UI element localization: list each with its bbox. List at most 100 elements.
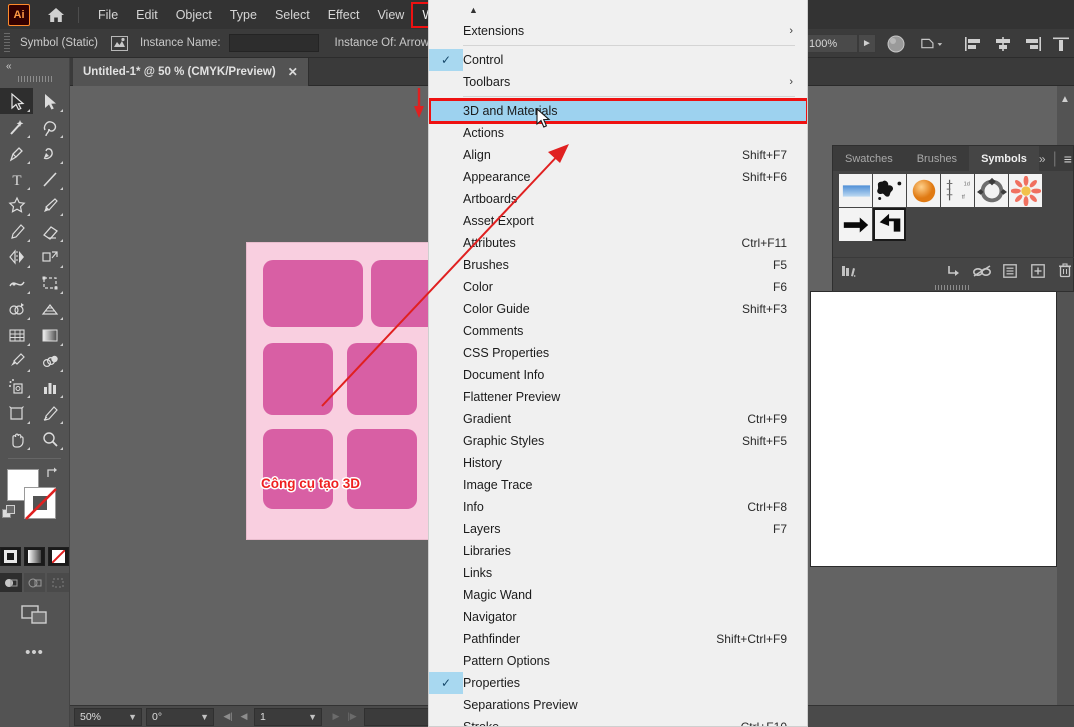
artboard[interactable] bbox=[246, 242, 446, 540]
opacity-sphere-icon[interactable] bbox=[884, 33, 908, 54]
panel-overflow-icon[interactable]: » bbox=[1039, 152, 1046, 166]
menu-item-history[interactable]: History bbox=[429, 452, 807, 474]
free-transform-tool[interactable] bbox=[33, 270, 66, 296]
edit-toolbar-more-icon[interactable]: ••• bbox=[0, 644, 69, 661]
zoom-level-field[interactable]: 50% ▼ bbox=[74, 708, 142, 726]
menu-item-links[interactable]: Links bbox=[429, 562, 807, 584]
rotate-tool[interactable] bbox=[0, 244, 33, 270]
blue-gradient-bar-symbol[interactable] bbox=[839, 174, 872, 207]
menu-item-3d-and-materials[interactable]: 3D and Materials bbox=[429, 100, 807, 122]
selection-tool[interactable] bbox=[0, 88, 33, 114]
width-tool[interactable] bbox=[0, 270, 33, 296]
right-arrow-symbol[interactable] bbox=[839, 208, 872, 241]
opacity-dropdown-arrow-icon[interactable]: ► bbox=[858, 34, 876, 53]
align-right-icon[interactable] bbox=[1020, 33, 1044, 54]
artboard-chevron-down-icon[interactable]: ▼ bbox=[308, 712, 317, 722]
column-graph-tool[interactable] bbox=[33, 374, 66, 400]
menu-item-pathfinder[interactable]: PathfinderShift+Ctrl+F9 bbox=[429, 628, 807, 650]
opacity-value-field[interactable]: 100% bbox=[803, 34, 858, 53]
swap-fill-stroke-icon[interactable] bbox=[46, 466, 60, 480]
dock-collapse-chevron-icon[interactable]: ▲ bbox=[1060, 94, 1070, 105]
next-artboard-icon[interactable]: ▶ bbox=[328, 708, 344, 726]
spiral-ring-symbol[interactable] bbox=[975, 174, 1008, 207]
ink-splatter-symbol[interactable] bbox=[873, 174, 906, 207]
blend-tool[interactable] bbox=[33, 348, 66, 374]
symbol-sprayer-tool[interactable] bbox=[0, 374, 33, 400]
menubar-item-object[interactable]: Object bbox=[167, 4, 221, 26]
color-fill-button[interactable] bbox=[0, 547, 21, 566]
direct-selection-tool[interactable] bbox=[33, 88, 66, 114]
stroke-color-swatch[interactable] bbox=[24, 487, 56, 519]
menu-item-pattern-options[interactable]: Pattern Options bbox=[429, 650, 807, 672]
menubar-item-view[interactable]: View bbox=[368, 4, 413, 26]
menu-item-info[interactable]: InfoCtrl+F8 bbox=[429, 496, 807, 518]
default-fill-stroke-icon[interactable] bbox=[2, 505, 16, 519]
menu-item-actions[interactable]: Actions bbox=[429, 122, 807, 144]
eraser-tool[interactable] bbox=[33, 218, 66, 244]
screen-mode-button[interactable] bbox=[0, 604, 69, 626]
orange-circle-symbol[interactable] bbox=[907, 174, 940, 207]
ai-logo-icon[interactable]: Ai bbox=[8, 4, 30, 26]
menu-item-properties[interactable]: ✓Properties bbox=[429, 672, 807, 694]
menu-item-toolbars[interactable]: Toolbars› bbox=[429, 71, 807, 93]
menu-item-graphic-styles[interactable]: Graphic StylesShift+F5 bbox=[429, 430, 807, 452]
gradient-tool[interactable] bbox=[33, 322, 66, 348]
last-artboard-icon[interactable]: |▶ bbox=[344, 708, 360, 726]
curvature-tool[interactable] bbox=[33, 140, 66, 166]
menu-item-artboards[interactable]: Artboards bbox=[429, 188, 807, 210]
close-document-icon[interactable]: ✕ bbox=[288, 65, 298, 79]
menubar-item-select[interactable]: Select bbox=[266, 4, 319, 26]
menu-scroll-up-icon[interactable]: ▲ bbox=[429, 0, 807, 20]
ruler-marks-symbol[interactable]: 1dtf bbox=[941, 174, 974, 207]
artboard-tool[interactable] bbox=[0, 400, 33, 426]
menu-item-magic-wand[interactable]: Magic Wand bbox=[429, 584, 807, 606]
draw-inside-icon[interactable] bbox=[47, 573, 69, 592]
control-bar-grip[interactable] bbox=[4, 33, 10, 53]
align-top-icon[interactable] bbox=[1049, 33, 1073, 54]
menu-item-separations-preview[interactable]: Separations Preview bbox=[429, 694, 807, 716]
pen-tool[interactable] bbox=[0, 140, 33, 166]
arrow-20-symbol[interactable] bbox=[873, 208, 906, 241]
symbols-panel-resize-grip[interactable] bbox=[935, 285, 971, 290]
type-tool[interactable]: T bbox=[0, 166, 33, 192]
menu-item-flattener-preview[interactable]: Flattener Preview bbox=[429, 386, 807, 408]
align-left-icon[interactable] bbox=[962, 33, 986, 54]
menubar-item-file[interactable]: File bbox=[89, 4, 127, 26]
menu-item-navigator[interactable]: Navigator bbox=[429, 606, 807, 628]
panel-tab-swatches[interactable]: Swatches bbox=[833, 146, 905, 171]
rotation-field[interactable]: 0° ▼ bbox=[146, 708, 214, 726]
zoom-tool[interactable] bbox=[33, 426, 66, 452]
gradient-fill-button[interactable] bbox=[24, 547, 45, 566]
hand-tool[interactable] bbox=[0, 426, 33, 452]
paintbrush-tool[interactable] bbox=[33, 192, 66, 218]
delete-symbol-icon[interactable] bbox=[1055, 260, 1074, 282]
pencil-tool[interactable] bbox=[0, 218, 33, 244]
previous-artboard-icon[interactable]: ◀ bbox=[236, 708, 252, 726]
menu-item-layers[interactable]: LayersF7 bbox=[429, 518, 807, 540]
draw-normal-icon[interactable] bbox=[0, 573, 22, 592]
menu-item-control[interactable]: ✓Control bbox=[429, 49, 807, 71]
menu-item-libraries[interactable]: Libraries bbox=[429, 540, 807, 562]
panel-menu-icon[interactable]: ≡ bbox=[1064, 151, 1072, 167]
menu-item-brushes[interactable]: BrushesF5 bbox=[429, 254, 807, 276]
menu-item-document-info[interactable]: Document Info bbox=[429, 364, 807, 386]
panel-tab-symbols[interactable]: Symbols bbox=[969, 146, 1039, 171]
document-tab[interactable]: Untitled-1* @ 50 % (CMYK/Preview) ✕ bbox=[73, 58, 309, 86]
instance-name-input[interactable] bbox=[229, 34, 319, 52]
perspective-grid-tool[interactable] bbox=[33, 296, 66, 322]
menu-item-css-properties[interactable]: CSS Properties bbox=[429, 342, 807, 364]
new-symbol-icon[interactable] bbox=[1028, 260, 1048, 282]
menu-item-asset-export[interactable]: Asset Export bbox=[429, 210, 807, 232]
menubar-item-type[interactable]: Type bbox=[221, 4, 266, 26]
slice-tool[interactable] bbox=[33, 400, 66, 426]
menu-item-extensions[interactable]: Extensions› bbox=[429, 20, 807, 42]
menu-item-attributes[interactable]: AttributesCtrl+F11 bbox=[429, 232, 807, 254]
rotation-chevron-down-icon[interactable]: ▼ bbox=[200, 712, 209, 722]
collapse-toolbar-icon[interactable]: « bbox=[0, 58, 69, 72]
home-icon[interactable] bbox=[44, 3, 68, 27]
first-artboard-icon[interactable]: ◀| bbox=[220, 708, 236, 726]
symbol-options-icon[interactable] bbox=[1000, 260, 1020, 282]
symbol-libraries-icon[interactable] bbox=[839, 260, 859, 282]
draw-behind-icon[interactable] bbox=[24, 573, 46, 592]
place-symbol-instance-icon[interactable] bbox=[945, 260, 965, 282]
